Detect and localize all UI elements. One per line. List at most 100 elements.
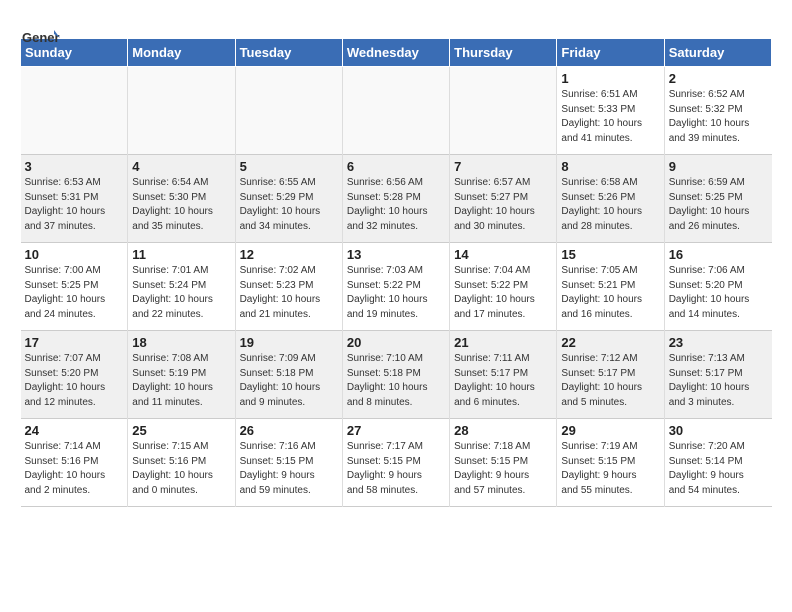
day-info: Sunrise: 7:06 AM Sunset: 5:20 PM Dayligh… bbox=[669, 264, 768, 322]
day-number: 21 bbox=[454, 335, 552, 350]
calendar-cell: 5 Sunrise: 6:55 AM Sunset: 5:29 PM Daylig… bbox=[235, 155, 342, 243]
col-header-friday: Friday bbox=[557, 39, 664, 67]
calendar-cell: 29 Sunrise: 7:19 AM Sunset: 5:15 PM Dayli… bbox=[557, 419, 664, 507]
day-number: 20 bbox=[347, 335, 445, 350]
col-header-saturday: Saturday bbox=[664, 39, 771, 67]
day-info: Sunrise: 7:12 AM Sunset: 5:17 PM Dayligh… bbox=[561, 352, 659, 410]
calendar-cell: 8 Sunrise: 6:58 AM Sunset: 5:26 PM Daylig… bbox=[557, 155, 664, 243]
day-number: 6 bbox=[347, 159, 445, 174]
day-info: Sunrise: 7:07 AM Sunset: 5:20 PM Dayligh… bbox=[25, 352, 124, 410]
calendar-cell: 16 Sunrise: 7:06 AM Sunset: 5:20 PM Dayli… bbox=[664, 243, 771, 331]
calendar-cell: 27 Sunrise: 7:17 AM Sunset: 5:15 PM Dayli… bbox=[342, 419, 449, 507]
day-number: 30 bbox=[669, 423, 768, 438]
day-info: Sunrise: 6:51 AM Sunset: 5:33 PM Dayligh… bbox=[561, 88, 659, 146]
day-number: 19 bbox=[240, 335, 338, 350]
calendar-cell: 25 Sunrise: 7:15 AM Sunset: 5:16 PM Dayli… bbox=[128, 419, 235, 507]
day-number: 25 bbox=[132, 423, 230, 438]
day-info: Sunrise: 6:54 AM Sunset: 5:30 PM Dayligh… bbox=[132, 176, 230, 234]
day-number: 23 bbox=[669, 335, 768, 350]
day-info: Sunrise: 6:59 AM Sunset: 5:25 PM Dayligh… bbox=[669, 176, 768, 234]
calendar-cell bbox=[128, 67, 235, 155]
day-info: Sunrise: 6:55 AM Sunset: 5:29 PM Dayligh… bbox=[240, 176, 338, 234]
day-number: 14 bbox=[454, 247, 552, 262]
day-number: 24 bbox=[25, 423, 124, 438]
calendar-cell: 17 Sunrise: 7:07 AM Sunset: 5:20 PM Dayli… bbox=[21, 331, 128, 419]
day-info: Sunrise: 7:08 AM Sunset: 5:19 PM Dayligh… bbox=[132, 352, 230, 410]
day-info: Sunrise: 7:17 AM Sunset: 5:15 PM Dayligh… bbox=[347, 440, 445, 498]
calendar-cell bbox=[235, 67, 342, 155]
calendar-cell: 19 Sunrise: 7:09 AM Sunset: 5:18 PM Dayli… bbox=[235, 331, 342, 419]
col-header-tuesday: Tuesday bbox=[235, 39, 342, 67]
day-info: Sunrise: 7:19 AM Sunset: 5:15 PM Dayligh… bbox=[561, 440, 659, 498]
calendar-cell: 30 Sunrise: 7:20 AM Sunset: 5:14 PM Dayli… bbox=[664, 419, 771, 507]
calendar-cell: 15 Sunrise: 7:05 AM Sunset: 5:21 PM Dayli… bbox=[557, 243, 664, 331]
day-info: Sunrise: 6:52 AM Sunset: 5:32 PM Dayligh… bbox=[669, 88, 768, 146]
calendar-cell: 1 Sunrise: 6:51 AM Sunset: 5:33 PM Daylig… bbox=[557, 67, 664, 155]
day-info: Sunrise: 6:57 AM Sunset: 5:27 PM Dayligh… bbox=[454, 176, 552, 234]
calendar-cell: 4 Sunrise: 6:54 AM Sunset: 5:30 PM Daylig… bbox=[128, 155, 235, 243]
day-number: 7 bbox=[454, 159, 552, 174]
day-info: Sunrise: 7:16 AM Sunset: 5:15 PM Dayligh… bbox=[240, 440, 338, 498]
day-info: Sunrise: 7:13 AM Sunset: 5:17 PM Dayligh… bbox=[669, 352, 768, 410]
day-info: Sunrise: 6:58 AM Sunset: 5:26 PM Dayligh… bbox=[561, 176, 659, 234]
day-number: 17 bbox=[25, 335, 124, 350]
calendar-cell: 9 Sunrise: 6:59 AM Sunset: 5:25 PM Daylig… bbox=[664, 155, 771, 243]
day-info: Sunrise: 7:00 AM Sunset: 5:25 PM Dayligh… bbox=[25, 264, 124, 322]
calendar-cell: 23 Sunrise: 7:13 AM Sunset: 5:17 PM Dayli… bbox=[664, 331, 771, 419]
day-number: 22 bbox=[561, 335, 659, 350]
calendar-cell: 14 Sunrise: 7:04 AM Sunset: 5:22 PM Dayli… bbox=[450, 243, 557, 331]
day-info: Sunrise: 7:11 AM Sunset: 5:17 PM Dayligh… bbox=[454, 352, 552, 410]
calendar-cell: 22 Sunrise: 7:12 AM Sunset: 5:17 PM Dayli… bbox=[557, 331, 664, 419]
calendar-cell bbox=[21, 67, 128, 155]
day-info: Sunrise: 7:20 AM Sunset: 5:14 PM Dayligh… bbox=[669, 440, 768, 498]
day-number: 27 bbox=[347, 423, 445, 438]
day-number: 8 bbox=[561, 159, 659, 174]
calendar-cell: 20 Sunrise: 7:10 AM Sunset: 5:18 PM Dayli… bbox=[342, 331, 449, 419]
day-number: 28 bbox=[454, 423, 552, 438]
calendar-cell bbox=[342, 67, 449, 155]
calendar-cell: 2 Sunrise: 6:52 AM Sunset: 5:32 PM Daylig… bbox=[664, 67, 771, 155]
day-info: Sunrise: 7:04 AM Sunset: 5:22 PM Dayligh… bbox=[454, 264, 552, 322]
calendar-cell: 10 Sunrise: 7:00 AM Sunset: 5:25 PM Dayli… bbox=[21, 243, 128, 331]
day-info: Sunrise: 7:10 AM Sunset: 5:18 PM Dayligh… bbox=[347, 352, 445, 410]
day-number: 1 bbox=[561, 71, 659, 86]
col-header-thursday: Thursday bbox=[450, 39, 557, 67]
day-number: 5 bbox=[240, 159, 338, 174]
calendar-cell bbox=[450, 67, 557, 155]
day-info: Sunrise: 7:05 AM Sunset: 5:21 PM Dayligh… bbox=[561, 264, 659, 322]
calendar-cell: 6 Sunrise: 6:56 AM Sunset: 5:28 PM Daylig… bbox=[342, 155, 449, 243]
day-number: 26 bbox=[240, 423, 338, 438]
day-number: 2 bbox=[669, 71, 768, 86]
day-number: 18 bbox=[132, 335, 230, 350]
day-info: Sunrise: 7:03 AM Sunset: 5:22 PM Dayligh… bbox=[347, 264, 445, 322]
day-number: 16 bbox=[669, 247, 768, 262]
day-info: Sunrise: 7:15 AM Sunset: 5:16 PM Dayligh… bbox=[132, 440, 230, 498]
day-number: 3 bbox=[25, 159, 124, 174]
day-number: 15 bbox=[561, 247, 659, 262]
calendar-cell: 28 Sunrise: 7:18 AM Sunset: 5:15 PM Dayli… bbox=[450, 419, 557, 507]
calendar-cell: 3 Sunrise: 6:53 AM Sunset: 5:31 PM Daylig… bbox=[21, 155, 128, 243]
calendar-cell: 11Sunrise: 7:01 AM Sunset: 5:24 PM Dayli… bbox=[128, 243, 235, 331]
day-info: Sunrise: 7:09 AM Sunset: 5:18 PM Dayligh… bbox=[240, 352, 338, 410]
calendar-cell: 18 Sunrise: 7:08 AM Sunset: 5:19 PM Dayli… bbox=[128, 331, 235, 419]
calendar-cell: 24 Sunrise: 7:14 AM Sunset: 5:16 PM Dayli… bbox=[21, 419, 128, 507]
day-number: 11 bbox=[132, 247, 230, 262]
day-info: Sunrise: 6:56 AM Sunset: 5:28 PM Dayligh… bbox=[347, 176, 445, 234]
calendar-cell: 21 Sunrise: 7:11 AM Sunset: 5:17 PM Dayli… bbox=[450, 331, 557, 419]
day-info: Sunrise: 7:14 AM Sunset: 5:16 PM Dayligh… bbox=[25, 440, 124, 498]
day-number: 12 bbox=[240, 247, 338, 262]
day-number: 10 bbox=[25, 247, 124, 262]
day-number: 29 bbox=[561, 423, 659, 438]
calendar-cell: 12 Sunrise: 7:02 AM Sunset: 5:23 PM Dayli… bbox=[235, 243, 342, 331]
day-info: Sunrise: 7:18 AM Sunset: 5:15 PM Dayligh… bbox=[454, 440, 552, 498]
calendar-cell: 26 Sunrise: 7:16 AM Sunset: 5:15 PM Dayli… bbox=[235, 419, 342, 507]
col-header-wednesday: Wednesday bbox=[342, 39, 449, 67]
calendar-cell: 7 Sunrise: 6:57 AM Sunset: 5:27 PM Daylig… bbox=[450, 155, 557, 243]
day-info: Sunrise: 6:53 AM Sunset: 5:31 PM Dayligh… bbox=[25, 176, 124, 234]
day-number: 13 bbox=[347, 247, 445, 262]
calendar-table: SundayMondayTuesdayWednesdayThursdayFrid… bbox=[20, 38, 772, 507]
day-info: Sunrise: 7:02 AM Sunset: 5:23 PM Dayligh… bbox=[240, 264, 338, 322]
col-header-monday: Monday bbox=[128, 39, 235, 67]
day-number: 9 bbox=[669, 159, 768, 174]
day-number: 4 bbox=[132, 159, 230, 174]
